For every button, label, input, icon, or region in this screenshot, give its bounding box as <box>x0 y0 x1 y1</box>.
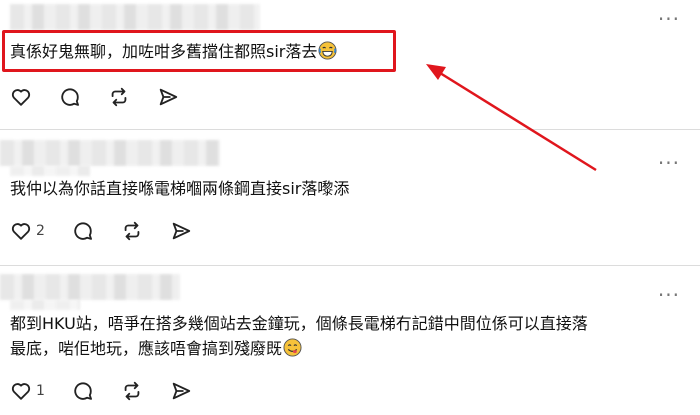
comment-actions <box>10 84 206 110</box>
comment-text-line2-wrap: 最底，啱佢地玩，應該唔會搞到殘廢既 <box>10 336 690 361</box>
yum-face-emoji <box>283 338 302 357</box>
heart-icon <box>11 89 31 106</box>
reply-button[interactable] <box>72 220 94 242</box>
like-button[interactable] <box>10 86 32 108</box>
like-count: 2 <box>36 223 45 239</box>
more-options-icon[interactable]: ··· <box>658 285 680 305</box>
blurred-timestamp <box>10 166 90 176</box>
blurred-username <box>0 140 220 166</box>
comment-text-line2: 最底，啱佢地玩，應該唔會搞到殘廢既 <box>10 339 283 358</box>
more-options-icon[interactable]: ··· <box>658 153 680 173</box>
blurred-username <box>10 4 260 30</box>
like-button[interactable]: 1 <box>10 380 45 402</box>
comment-actions: 1 <box>10 378 219 404</box>
like-button[interactable]: 2 <box>10 220 45 242</box>
comment-icon <box>74 222 92 240</box>
comment-3: ··· 都到HKU站，唔爭在搭多幾個站去金鐘玩，個條長電梯冇記錯中間位係可以直接… <box>0 266 700 415</box>
more-options-icon[interactable]: ··· <box>658 9 680 29</box>
comment-text: 我仲以為你話直接喺電梯嗰兩條鋼直接sir落嚟添 <box>10 176 349 201</box>
repost-icon <box>124 221 140 241</box>
heart-icon <box>11 383 31 400</box>
comment-icon <box>61 88 79 106</box>
share-button[interactable] <box>170 380 192 402</box>
share-button[interactable] <box>170 220 192 242</box>
heart-icon <box>11 223 31 240</box>
comment-2: ··· 我仲以為你話直接喺電梯嗰兩條鋼直接sir落嚟添 2 <box>0 130 700 265</box>
share-icon <box>172 382 191 400</box>
share-button[interactable] <box>157 86 179 108</box>
highlight-box <box>2 30 396 72</box>
repost-button[interactable] <box>121 220 143 242</box>
comment-text-line1: 都到HKU站，唔爭在搭多幾個站去金鐘玩，個條長電梯冇記錯中間位係可以直接落 <box>10 314 588 333</box>
comment-text: 都到HKU站，唔爭在搭多幾個站去金鐘玩，個條長電梯冇記錯中間位係可以直接落 最底… <box>10 311 690 361</box>
repost-icon <box>124 381 140 401</box>
comment-icon <box>74 382 92 400</box>
like-count: 1 <box>36 383 45 399</box>
repost-button[interactable] <box>121 380 143 402</box>
repost-button[interactable] <box>108 86 130 108</box>
share-icon <box>159 88 178 106</box>
repost-icon <box>111 87 127 107</box>
blurred-username <box>0 274 180 300</box>
comment-actions: 2 <box>10 218 219 244</box>
reply-button[interactable] <box>72 380 94 402</box>
share-icon <box>172 222 191 240</box>
blurred-timestamp <box>10 300 80 310</box>
reply-button[interactable] <box>59 86 81 108</box>
comment-text-content: 我仲以為你話直接喺電梯嗰兩條鋼直接sir落嚟添 <box>10 179 350 198</box>
